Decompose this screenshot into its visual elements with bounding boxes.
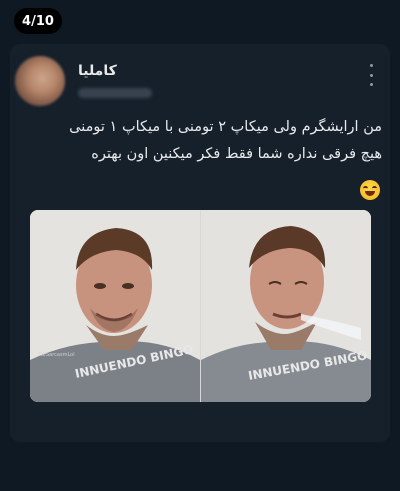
image-counter: 4/10	[14, 8, 62, 34]
screen: 4/10 کاملیا من ارایشگرم ولی میکاپ ۲ تومن…	[0, 0, 400, 491]
tweet-media[interactable]: INNUENDO BINGO FB/SarcasmLol INNUENDO BI…	[30, 210, 371, 402]
tweet-card[interactable]: کاملیا من ارایشگرم ولی میکاپ ۲ تومنی با …	[10, 44, 390, 442]
author-handle-blurred	[78, 88, 152, 98]
tweet-text: من ارایشگرم ولی میکاپ ۲ تومنی با میکاپ ۱…	[18, 114, 382, 168]
media-photo-left[interactable]: INNUENDO BINGO FB/SarcasmLol	[30, 210, 200, 402]
man-face-photo-right: INNUENDO BINGO	[201, 210, 371, 402]
author-name[interactable]: کاملیا	[78, 63, 117, 79]
avatar[interactable]	[15, 56, 65, 106]
media-photo-right[interactable]: INNUENDO BINGO	[201, 210, 371, 402]
tweet-text-line-2: هیچ فرقی نداره شما فقط فکر میکنین اون به…	[91, 146, 382, 162]
image-watermark: FB/SarcasmLol	[38, 352, 75, 358]
tweet-text-line-1: من ارایشگرم ولی میکاپ ۲ تومنی با میکاپ ۱…	[69, 119, 382, 135]
grinning-sweat-emoji-icon	[360, 180, 380, 200]
more-options-icon[interactable]	[364, 64, 378, 86]
man-face-photo-left: INNUENDO BINGO	[30, 210, 200, 402]
